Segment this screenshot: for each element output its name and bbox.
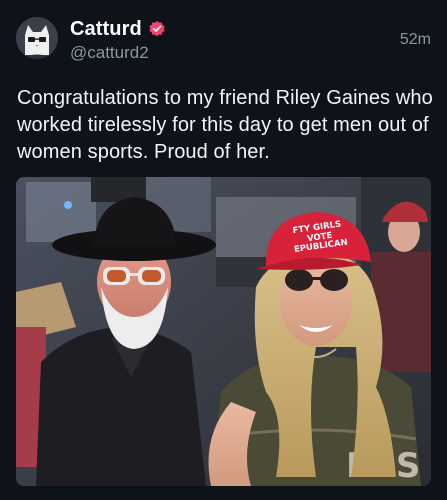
post-text: Congratulations to my friend Riley Gaine… [17, 87, 433, 163]
author-handle[interactable]: @catturd2 [70, 43, 149, 63]
post-card[interactable]: Catturd @catturd2 52m Congratulations to… [0, 0, 447, 500]
cat-avatar-icon [16, 17, 58, 59]
author-avatar[interactable] [16, 17, 58, 59]
post-timestamp[interactable]: 52m [400, 31, 431, 49]
verified-badge-icon [148, 20, 166, 38]
post-photo[interactable]: LDS FTY GIRLS VOTE EPUBLICAN [16, 177, 431, 486]
author-display-name[interactable]: Catturd [70, 18, 142, 41]
author-name-row: Catturd [70, 17, 166, 41]
photo-illustration: LDS FTY GIRLS VOTE EPUBLICAN [16, 177, 431, 486]
